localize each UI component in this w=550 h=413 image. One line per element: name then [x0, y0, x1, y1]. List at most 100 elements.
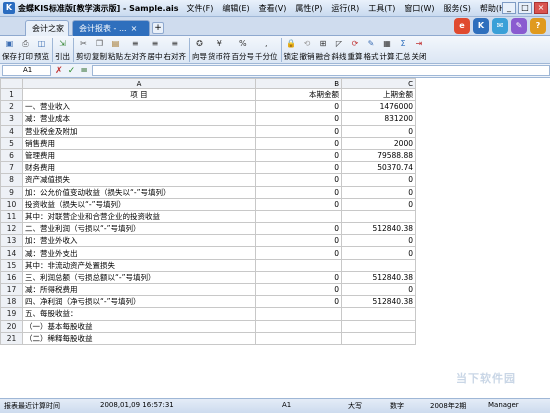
cell-c[interactable]	[341, 319, 416, 333]
maximize-button[interactable]: □	[518, 2, 532, 14]
cell-c[interactable]: 上期金额	[341, 87, 416, 102]
toolbar-button[interactable]: ¥ 货币符	[208, 36, 231, 62]
cell-c[interactable]	[341, 209, 416, 224]
cell-b[interactable]	[255, 258, 342, 272]
row-header[interactable]: 17	[0, 282, 23, 297]
skin-icon[interactable]: K	[473, 18, 489, 34]
cell-a[interactable]: 减：营业外支出	[22, 246, 256, 260]
cell-c[interactable]: 50370.74	[341, 161, 416, 175]
cell-c[interactable]: 0	[341, 124, 416, 138]
cell-b[interactable]	[255, 307, 342, 321]
cell-c[interactable]: 0	[341, 197, 416, 211]
toolbar-button[interactable]: ✎ 格式	[364, 36, 379, 62]
toolbar-button[interactable]: ◫ 预览	[34, 36, 49, 62]
cell-c[interactable]: 512840.38	[341, 222, 416, 236]
toolbar-button[interactable]: Σ 汇总	[396, 36, 411, 62]
cell-c[interactable]	[341, 258, 416, 272]
row-header[interactable]: 5	[0, 136, 23, 150]
cell-b[interactable]: 0	[255, 173, 342, 187]
spreadsheet-grid[interactable]: ABC1项 目本期金额 上期金额 2 一、营业收入 0 1476000 3 减：营业成本 0 8…	[0, 78, 550, 399]
toolbar-button[interactable]: ❐ 复制	[92, 36, 107, 62]
row-header[interactable]: 13	[0, 234, 23, 248]
menu-item[interactable]: 文件(F)	[186, 3, 213, 14]
cell-b[interactable]: 0	[255, 124, 342, 138]
cell-c[interactable]: 79588.88	[341, 148, 416, 163]
cell-a[interactable]: （一）基本每股收益	[22, 319, 256, 333]
toolbar-button[interactable]: ⇥ 关闭	[412, 36, 427, 62]
cell-b[interactable]	[255, 331, 342, 345]
cell-a[interactable]: 减：营业成本	[22, 112, 256, 126]
cell-a[interactable]: 四、净利润（净亏损以“-”号填列）	[22, 295, 256, 309]
row-header[interactable]: 20	[0, 319, 23, 333]
row-header[interactable]: 19	[0, 307, 23, 321]
row-header[interactable]: 6	[0, 148, 23, 163]
row-header[interactable]: 1	[0, 87, 23, 102]
cell-b[interactable]	[255, 209, 342, 224]
toolbar-button[interactable]: ⇲ 引出	[55, 36, 70, 62]
row-header[interactable]: 15	[0, 258, 23, 272]
cell-a[interactable]: 项 目	[22, 87, 256, 102]
cell-c[interactable]: 0	[341, 246, 416, 260]
menu-item[interactable]: 运行(R)	[331, 3, 359, 14]
toolbar-button[interactable]: % 百分号	[232, 36, 255, 62]
cell-c[interactable]: 1476000	[341, 100, 416, 114]
toolbar-button[interactable]: ⎙ 打印	[18, 36, 33, 62]
cell-a[interactable]: 加：公允价值变动收益（损失以“-”号填列）	[22, 185, 256, 199]
toolbar-button[interactable]: ✂ 剪切	[76, 36, 91, 62]
cell-a[interactable]: 管理费用	[22, 148, 256, 163]
toolbar-button[interactable]: ≡ 右对齐	[164, 36, 187, 62]
cell-c[interactable]: 512840.38	[341, 270, 416, 285]
menu-item[interactable]: 编辑(E)	[222, 3, 249, 14]
grid-corner[interactable]	[0, 78, 23, 89]
row-header[interactable]: 14	[0, 246, 23, 260]
cell-a[interactable]: 资产减值损失	[22, 173, 256, 187]
cell-b[interactable]: 0	[255, 246, 342, 260]
cell-b[interactable]: 0	[255, 161, 342, 175]
column-header[interactable]: B	[255, 78, 342, 89]
cell-a[interactable]: 投资收益（损失以“-”号填列）	[22, 197, 256, 211]
skin-icon[interactable]: ✉	[492, 18, 508, 34]
row-header[interactable]: 4	[0, 124, 23, 138]
cell-c[interactable]: 0	[341, 282, 416, 297]
tab-accounting-report[interactable]: 会计报表 - ... ×	[72, 20, 150, 36]
cell-b[interactable]: 0	[255, 270, 342, 285]
cell-a[interactable]: （二）稀释每股收益	[22, 331, 256, 345]
cell-c[interactable]: 512840.38	[341, 295, 416, 309]
menu-item[interactable]: 窗口(W)	[404, 3, 434, 14]
skin-icon[interactable]: ✎	[511, 18, 527, 34]
cell-c[interactable]: 0	[341, 173, 416, 187]
row-header[interactable]: 2	[0, 100, 23, 114]
menu-item[interactable]: 服务(S)	[444, 3, 471, 14]
cell-a[interactable]: 其中：非流动资产处置损失	[22, 258, 256, 272]
cell-c[interactable]	[341, 307, 416, 321]
toolbar-button[interactable]: ≡ 左对齐	[124, 36, 147, 62]
cell-a[interactable]: 财务费用	[22, 161, 256, 175]
confirm-icon[interactable]: ✓	[67, 66, 77, 76]
cell-b[interactable]: 0	[255, 222, 342, 236]
cell-b[interactable]: 0	[255, 197, 342, 211]
row-header[interactable]: 11	[0, 209, 23, 224]
toolbar-button[interactable]: ▤ 粘贴	[108, 36, 123, 62]
cell-c[interactable]: 0	[341, 185, 416, 199]
cell-c[interactable]: 0	[341, 234, 416, 248]
cell-a[interactable]: 加：营业外收入	[22, 234, 256, 248]
cell-a[interactable]: 三、利润总额（亏损总额以“-”号填列）	[22, 270, 256, 285]
toolbar-button[interactable]: ⊞ 融合	[316, 36, 331, 62]
row-header[interactable]: 3	[0, 112, 23, 126]
menu-item[interactable]: 查看(V)	[259, 3, 287, 14]
cell-c[interactable]: 2000	[341, 136, 416, 150]
add-tab-button[interactable]: +	[152, 22, 164, 34]
close-window-button[interactable]: ×	[534, 2, 548, 14]
cell-c[interactable]: 831200	[341, 112, 416, 126]
toolbar-button[interactable]: ▦ 计算	[380, 36, 395, 62]
row-header[interactable]: 21	[0, 331, 23, 345]
skin-icon[interactable]: ?	[530, 18, 546, 34]
cell-b[interactable]: 0	[255, 112, 342, 126]
menu-item[interactable]: 工具(T)	[368, 3, 395, 14]
formula-input[interactable]	[92, 65, 550, 76]
row-header[interactable]: 18	[0, 295, 23, 309]
cell-b[interactable]: 0	[255, 282, 342, 297]
column-header[interactable]: C	[341, 78, 416, 89]
cell-a[interactable]: 销售费用	[22, 136, 256, 150]
cell-b[interactable]: 本期金额	[255, 87, 342, 102]
